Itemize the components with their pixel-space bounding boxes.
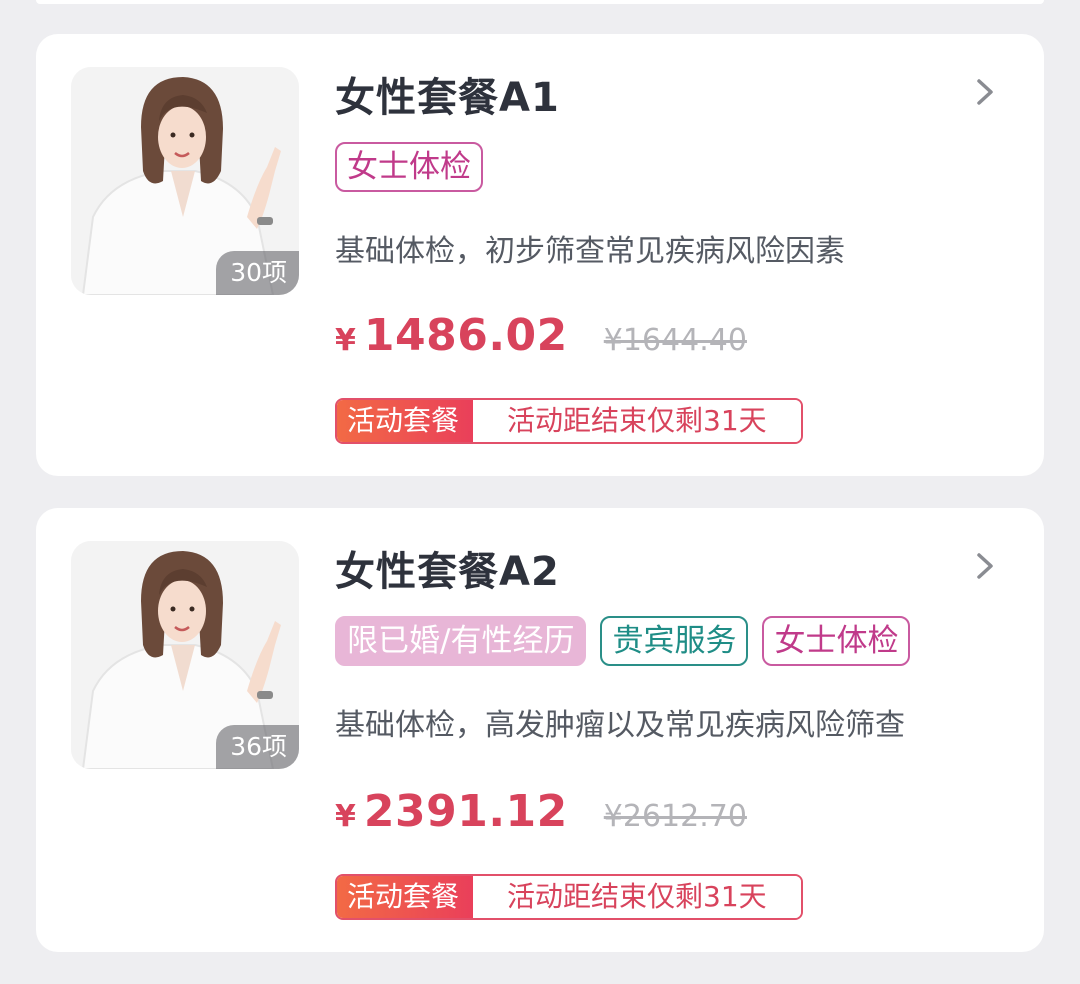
previous-card-edge — [36, 0, 1044, 4]
chevron-right-icon[interactable] — [974, 78, 996, 106]
price-row: ¥ 1486.02 ¥1644.40 — [335, 310, 747, 361]
current-price: 2391.12 — [363, 786, 568, 837]
original-price: ¥1644.40 — [603, 323, 747, 358]
package-card[interactable]: 30项 女性套餐A1 女士体检 基础体检，初步筛查常见疾病风险因素 ¥ 1486… — [36, 34, 1044, 476]
item-count-badge: 30项 — [216, 251, 299, 295]
tag-women-checkup: 女士体检 — [762, 616, 911, 666]
tag-married-only: 限已婚/有性经历 — [335, 616, 587, 666]
currency-symbol: ¥ — [335, 323, 356, 358]
tag-women-checkup: 女士体检 — [335, 142, 483, 192]
promo-countdown: 活动距结束仅剩31天 — [473, 876, 801, 918]
promo-label: 活动套餐 — [337, 400, 474, 442]
package-thumbnail: 36项 — [71, 541, 299, 769]
package-title: 女性套餐A2 — [335, 549, 560, 595]
item-count-badge: 36项 — [216, 725, 299, 769]
tag-list: 女士体检 — [335, 142, 483, 192]
package-description: 基础体检，初步筛查常见疾病风险因素 — [335, 234, 845, 269]
package-title: 女性套餐A1 — [335, 75, 560, 121]
chevron-right-icon[interactable] — [974, 552, 996, 580]
current-price: 1486.02 — [363, 310, 568, 361]
package-card[interactable]: 36项 女性套餐A2 限已婚/有性经历 贵宾服务 女士体检 基础体检，高发肿瘤以… — [36, 508, 1044, 952]
tag-vip-service: 贵宾服务 — [600, 616, 749, 666]
package-thumbnail: 30项 — [71, 67, 299, 295]
price-row: ¥ 2391.12 ¥2612.70 — [335, 786, 747, 837]
promo-countdown: 活动距结束仅剩31天 — [473, 400, 801, 442]
promo-banner: 活动套餐 活动距结束仅剩31天 — [335, 398, 803, 444]
currency-symbol: ¥ — [335, 799, 356, 834]
original-price: ¥2612.70 — [603, 799, 747, 834]
promo-banner: 活动套餐 活动距结束仅剩31天 — [335, 874, 803, 920]
tag-list: 限已婚/有性经历 贵宾服务 女士体检 — [335, 616, 911, 666]
package-description: 基础体检，高发肿瘤以及常见疾病风险筛查 — [335, 708, 905, 743]
promo-label: 活动套餐 — [337, 876, 474, 918]
